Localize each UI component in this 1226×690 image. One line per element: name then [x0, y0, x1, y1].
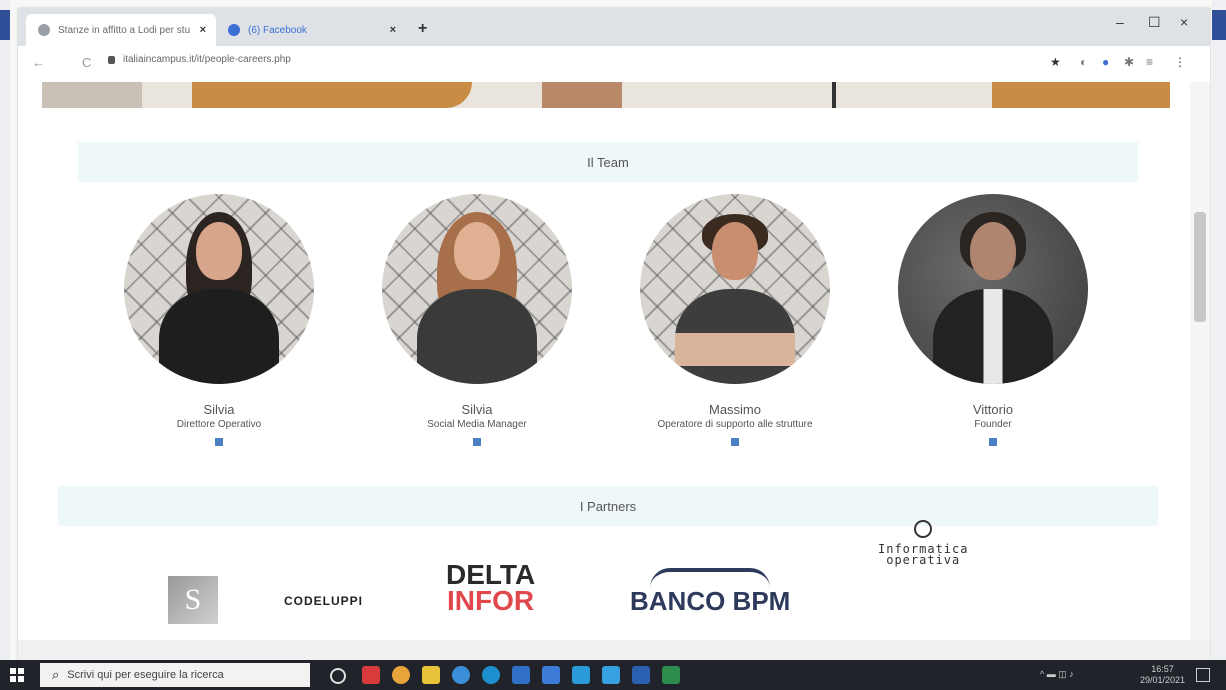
teams-icon[interactable] [512, 666, 530, 684]
reload-icon[interactable]: C [82, 55, 91, 70]
operativa-text: operativa [886, 553, 961, 567]
member-role: Operatore di supporto alle strutture [657, 419, 813, 430]
cortana-icon[interactable] [330, 668, 346, 684]
member-photo [640, 194, 830, 384]
partner-logo-codeluppi[interactable]: CODELUPPI [284, 594, 363, 608]
office-icon[interactable] [362, 666, 380, 684]
outlook-icon[interactable] [542, 666, 560, 684]
edge-icon[interactable] [452, 666, 470, 684]
chrome-extension-icon[interactable]: ● [1102, 55, 1109, 69]
tray-icons[interactable]: ^ ▬ ◫ ♪ [1040, 669, 1074, 680]
infor-text: INFOR [447, 585, 535, 616]
tab-stanze[interactable]: Stanze in affitto a Lodi per stud × [26, 14, 216, 46]
page-content: Il Team Silvia Direttore Operativo Silvi… [18, 82, 1190, 660]
power-icon [914, 520, 933, 538]
windows-taskbar: ⌕ Scrivi qui per eseguire la ricerca ^ ▬… [0, 660, 1226, 690]
search-icon: ⌕ [52, 667, 60, 682]
member-photo [382, 194, 572, 384]
team-member-card: Massimo Operatore di supporto alle strut… [630, 194, 840, 446]
extension-icon[interactable]: ◐ [1080, 55, 1087, 69]
minimize-button[interactable]: – [1116, 14, 1124, 30]
clock-date: 29/01/2021 [1140, 675, 1186, 685]
left-window-edge [0, 0, 10, 660]
close-tab-icon[interactable]: × [200, 24, 206, 36]
globe-icon [38, 24, 50, 36]
team-member-card: Vittorio Founder [888, 194, 1098, 446]
linkedin-icon[interactable] [731, 438, 739, 446]
member-name: Silvia [203, 402, 235, 417]
lock-icon [108, 55, 115, 64]
browser-toolbar: ← C italiaincampus.it/it/people-careers.… [18, 46, 1210, 83]
team-member-card: Silvia Direttore Operativo [114, 194, 324, 446]
file-explorer-icon[interactable] [422, 666, 440, 684]
linkedin-icon[interactable] [215, 438, 223, 446]
partner-logo-informatica[interactable]: Informatica operativa [878, 520, 968, 567]
star-bookmark-icon[interactable]: ★ [1050, 55, 1061, 69]
back-arrow-icon[interactable]: ← [32, 55, 45, 70]
close-tab-icon[interactable]: × [390, 24, 396, 36]
scrollbar-track[interactable] [1190, 82, 1210, 660]
scrollbar-thumb[interactable] [1194, 212, 1206, 322]
menu-kebab-icon[interactable]: ⋮ [1174, 55, 1186, 69]
partners-section-header: I Partners [58, 486, 1158, 526]
partner-logo-delta-infor[interactable]: DELTA INFOR [446, 561, 535, 616]
excel-icon[interactable] [662, 666, 680, 684]
tab-facebook[interactable]: (6) Facebook × [216, 14, 406, 46]
reading-list-icon[interactable]: ≡ [1146, 55, 1153, 69]
member-name: Massimo [708, 402, 761, 417]
chrome-icon[interactable] [392, 666, 410, 684]
close-window-button[interactable]: × [1180, 14, 1188, 30]
member-role: Direttore Operativo [176, 419, 262, 430]
member-photo [124, 194, 314, 384]
store-icon[interactable] [572, 666, 590, 684]
header-banner-image [42, 82, 1170, 108]
windows-start-icon[interactable] [10, 668, 24, 682]
new-tab-button[interactable]: + [418, 20, 427, 38]
right-window-edge [1212, 0, 1226, 660]
facebook-icon [228, 24, 240, 36]
skype-icon[interactable] [602, 666, 620, 684]
maximize-button[interactable]: ☐ [1148, 14, 1161, 31]
clock-time: 16:57 [1151, 664, 1174, 674]
member-role: Social Media Manager [427, 419, 527, 430]
partner-logo-banco-bpm[interactable]: BANCO BPM [630, 568, 790, 617]
banco-arc-icon [650, 568, 771, 588]
partners-section-title: I Partners [579, 498, 637, 514]
clock[interactable]: 16:57 29/01/2021 [1140, 664, 1185, 686]
puzzle-extensions-icon[interactable]: ✱ [1124, 55, 1134, 69]
tab-title: (6) Facebook [248, 24, 307, 36]
linkedin-icon[interactable] [473, 438, 481, 446]
browser-window: Stanze in affitto a Lodi per stud × (6) … [18, 8, 1210, 660]
notification-center-icon[interactable] [1196, 668, 1210, 682]
ie-icon[interactable] [482, 666, 500, 684]
member-role: Founder [974, 419, 1012, 430]
member-name: Silvia [461, 402, 493, 417]
tab-title: Stanze in affitto a Lodi per stud [58, 24, 190, 36]
taskbar-search-box[interactable]: ⌕ Scrivi qui per eseguire la ricerca [40, 663, 310, 687]
linkedin-icon[interactable] [989, 438, 997, 446]
team-member-card: Silvia Social Media Manager [372, 194, 582, 446]
address-bar[interactable]: italiaincampus.it/it/people-careers.php [108, 54, 291, 65]
app-status-strip [18, 640, 1210, 660]
search-placeholder: Scrivi qui per eseguire la ricerca [67, 669, 224, 681]
member-photo [898, 194, 1088, 384]
member-name: Vittorio [972, 402, 1014, 417]
team-section-title: Il Team [587, 154, 629, 170]
word-icon[interactable] [632, 666, 650, 684]
banco-text: BANCO BPM [630, 586, 791, 616]
url-text: italiaincampus.it/it/people-careers.php [123, 54, 291, 65]
partner-logo-s[interactable]: S [168, 576, 218, 624]
team-section-header: Il Team [78, 142, 1138, 182]
tab-strip: Stanze in affitto a Lodi per stud × (6) … [18, 8, 1210, 46]
